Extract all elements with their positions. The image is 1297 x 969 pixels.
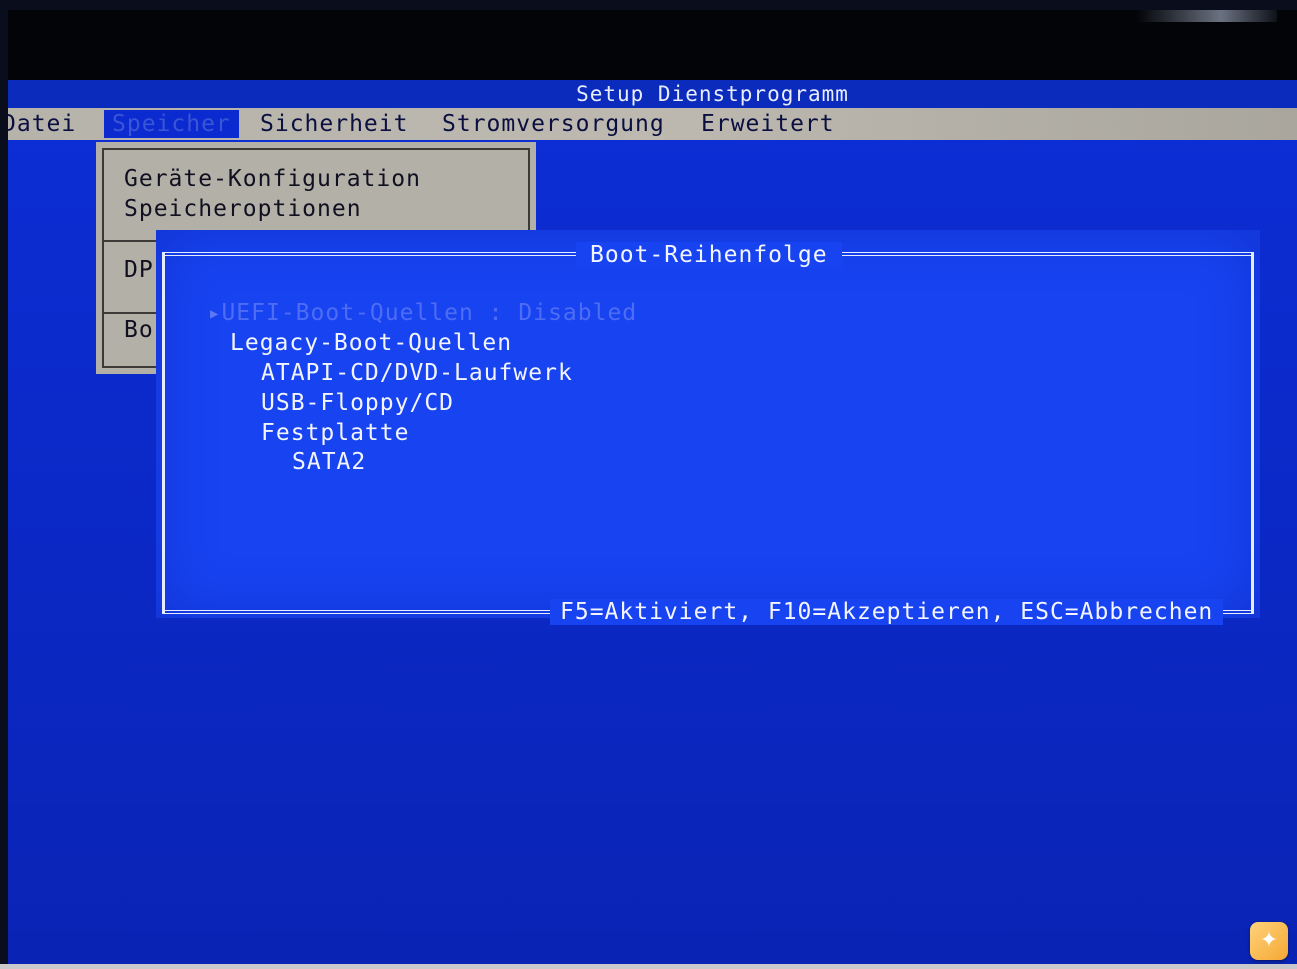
menu-item-sicherheit[interactable]: Sicherheit [260,110,408,138]
dialog-key-hints: F5=Aktiviert, F10=Akzeptieren, ESC=Abbre… [550,599,1224,625]
menu-item-stromversorgung[interactable]: Stromversorgung [442,110,665,138]
monitor-bezel-top [8,10,1297,80]
dialog-title: Boot-Reihenfolge [576,242,842,268]
menu-item-erweitert[interactable]: Erweitert [701,110,835,138]
boot-item-legacy[interactable]: Legacy-Boot-Quellen [230,330,512,356]
submenu-item-speicheroptionen[interactable]: Speicheroptionen [124,196,362,222]
submenu-item-bo[interactable]: Bo [124,317,154,343]
boot-item-atapi[interactable]: ATAPI-CD/DVD-Laufwerk [261,360,573,386]
dialog-border-right [1251,252,1254,614]
boot-item-sata2[interactable]: SATA2 [292,449,366,475]
dialog-border-left [162,252,165,614]
boot-item-uefi-label: UEFI-Boot-Quellen : Disabled [221,300,638,326]
app-title: Setup Dienstprogramm [576,82,849,106]
monitor-bezel-bottom [0,964,1297,969]
app-watermark-icon: ✦ [1250,922,1288,960]
selection-arrow-icon: ▶ [210,305,220,322]
menu-item-speicher[interactable]: Speicher [104,110,239,138]
boot-item-usb-floppy[interactable]: USB-Floppy/CD [261,390,454,416]
boot-item-festplatte[interactable]: Festplatte [261,420,409,446]
menu-item-datei[interactable]: Datei [8,110,76,138]
screen-glare [1137,10,1277,22]
boot-item-uefi[interactable]: ▶UEFI-Boot-Quellen : Disabled [210,300,637,326]
submenu-item-geraete-konfiguration[interactable]: Geräte-Konfiguration [124,166,421,192]
bios-screen: Setup Dienstprogramm Datei Speicher Sich… [8,10,1297,964]
submenu-item-dp[interactable]: DP [124,257,154,283]
boot-order-dialog: Boot-Reihenfolge ▶UEFI-Boot-Quellen : Di… [156,230,1260,625]
